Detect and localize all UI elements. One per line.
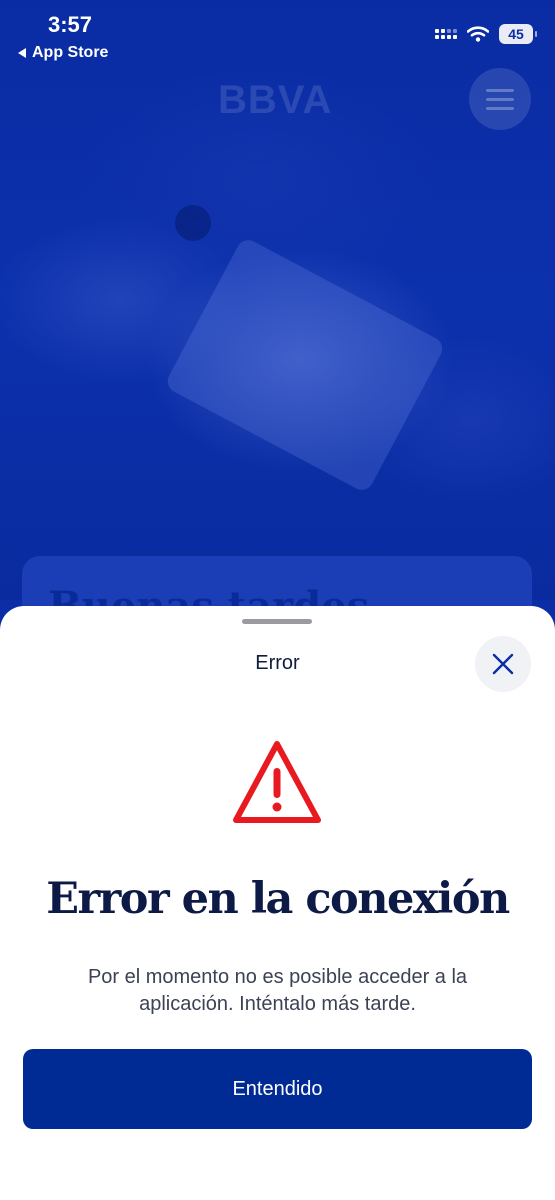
menu-button[interactable] (469, 68, 531, 130)
close-button[interactable] (475, 636, 531, 692)
warning-icon (233, 741, 321, 823)
battery-icon: 45 (499, 24, 537, 44)
brand-logo: BBVA (218, 78, 333, 122)
error-sheet: Error Error en la conexión Por el moment… (0, 606, 555, 1200)
sheet-title: Error (255, 652, 300, 674)
close-icon (492, 653, 514, 675)
battery-level: 45 (508, 26, 524, 42)
menu-icon (486, 88, 514, 92)
signal-icon (435, 29, 457, 39)
wifi-icon (467, 26, 489, 42)
error-headline: Error en la conexión (46, 874, 510, 924)
back-arrow-icon (18, 48, 26, 58)
hero-image-detail (175, 205, 211, 241)
error-message: Por el momento no es posible acceder a l… (87, 966, 468, 1015)
back-to-app-store[interactable]: App Store (18, 44, 108, 62)
sheet-grabber[interactable] (242, 619, 312, 624)
back-label: App Store (32, 44, 109, 61)
status-icons: 45 (435, 24, 537, 44)
status-time: 3:57 (48, 12, 93, 37)
understood-button[interactable]: Entendido (23, 1049, 532, 1129)
